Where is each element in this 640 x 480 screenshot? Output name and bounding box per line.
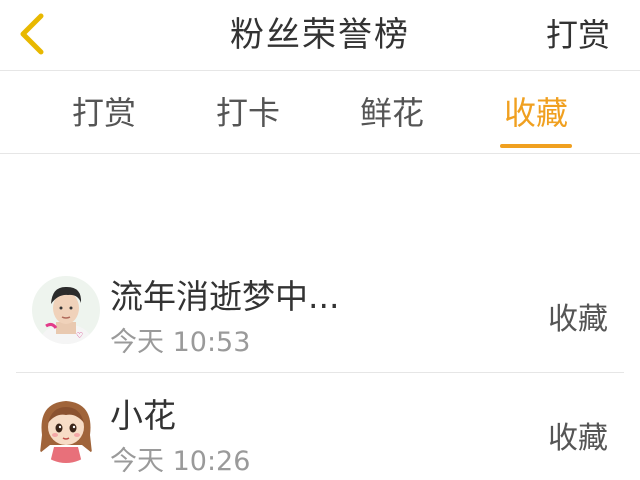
- avatar-young-man-icon: ♡: [32, 276, 100, 344]
- favorite-label: 收藏: [548, 302, 608, 337]
- user-name: 小花: [110, 396, 176, 435]
- svg-text:♡: ♡: [76, 331, 83, 340]
- avatar-cartoon-girl-icon: [32, 395, 100, 463]
- active-tab-indicator: [500, 144, 572, 148]
- avatar[interactable]: [32, 395, 100, 463]
- reward-button[interactable]: 打赏: [546, 0, 610, 70]
- tab-checkin[interactable]: 打卡: [212, 71, 284, 153]
- tab-bar: 打赏 打卡 鲜花 收藏: [0, 71, 640, 154]
- favorite-label: 收藏: [548, 421, 608, 456]
- timestamp: 今天 10:53: [110, 327, 251, 358]
- tab-favorites[interactable]: 收藏: [500, 71, 572, 153]
- tab-flowers[interactable]: 鲜花: [356, 71, 428, 153]
- list-item[interactable]: ♡ 流年消逝梦中... 今天 10:53 收藏: [16, 254, 624, 373]
- list-item[interactable]: 小花 今天 10:26 收藏: [16, 373, 624, 480]
- avatar[interactable]: ♡: [32, 276, 100, 344]
- tab-reward[interactable]: 打赏: [68, 71, 140, 153]
- page-title: 粉丝荣誉榜: [230, 15, 410, 55]
- header-bar: 粉丝荣誉榜 打赏: [0, 0, 640, 71]
- fan-honor-screen: 粉丝荣誉榜 打赏 打赏 打卡 鲜花 收藏 ♡ 流年消逝梦中... 今天 10:5…: [0, 0, 640, 480]
- timestamp: 今天 10:26: [110, 446, 251, 477]
- tab-favorites-label: 收藏: [503, 94, 568, 132]
- user-name: 流年消逝梦中...: [110, 277, 340, 316]
